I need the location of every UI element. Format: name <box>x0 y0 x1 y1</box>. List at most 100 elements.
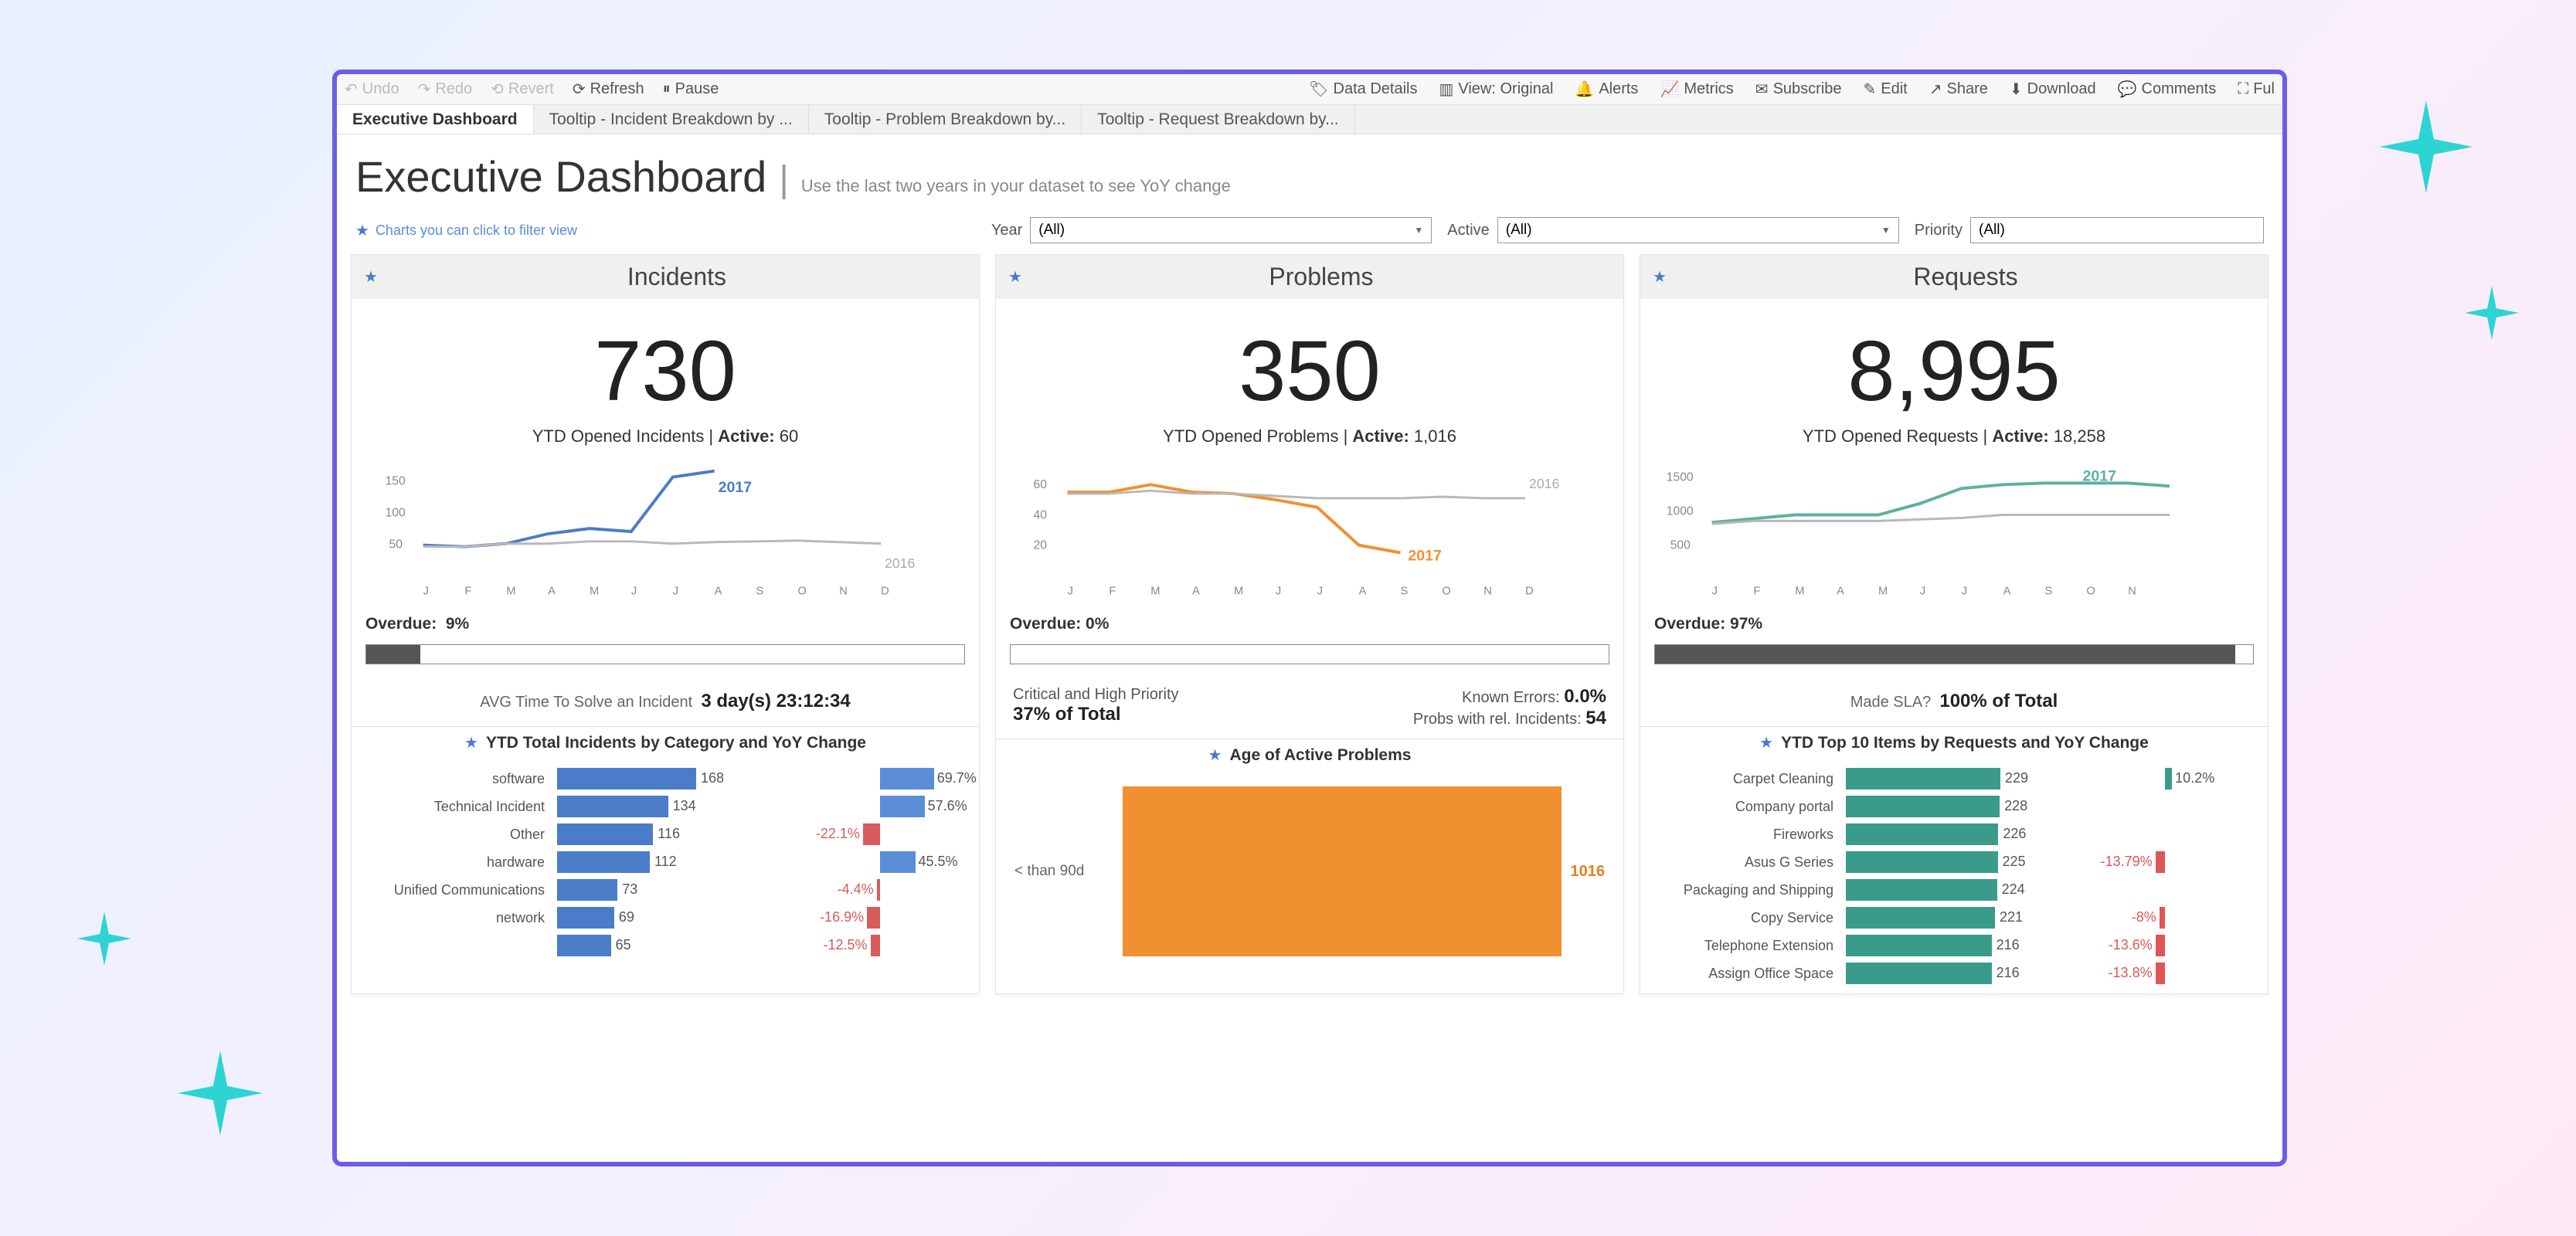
problems-panel: ★ Problems 350 YTD Opened Problems | Act… <box>995 254 1624 994</box>
active-filter-select[interactable]: (All)▼ <box>1497 217 1899 243</box>
hbar-label: network <box>365 910 551 926</box>
problems-overdue-bar[interactable] <box>1010 644 1609 664</box>
tab-tooltip-problem[interactable]: Tooltip - Problem Breakdown by... <box>809 105 1082 134</box>
comments-button[interactable]: 💬Comments <box>2118 80 2217 99</box>
svg-text:20: 20 <box>1033 539 1047 552</box>
metrics-button[interactable]: 📈Metrics <box>1660 80 1733 99</box>
incidents-sub: YTD Opened Incidents | Active: 60 <box>352 426 979 460</box>
svg-text:F: F <box>1109 585 1116 597</box>
star-icon: ★ <box>1653 267 1667 287</box>
svg-text:N: N <box>839 585 848 597</box>
refresh-button[interactable]: ⟳Refresh <box>573 80 644 99</box>
page-title: Executive Dashboard <box>355 151 766 202</box>
redo-button[interactable]: ↷Redo <box>418 80 473 99</box>
incidents-avg-time: AVG Time To Solve an Incident 3 day(s) 2… <box>352 677 979 726</box>
priority-filter-label: Priority <box>1915 222 1963 239</box>
svg-text:2017: 2017 <box>719 479 753 496</box>
requests-trend-chart[interactable]: 1500 1000 500 2017 JFMAMJJASON <box>1640 460 2268 607</box>
svg-text:M: M <box>1234 585 1243 597</box>
sparkle-icon <box>2465 286 2519 340</box>
tab-tooltip-incident[interactable]: Tooltip - Incident Breakdown by ... <box>534 105 809 134</box>
hbar-label: hardware <box>365 854 551 871</box>
star-icon: ★ <box>464 733 478 752</box>
age-value: 1016 <box>1562 863 1606 881</box>
hbar-label: Copy Service <box>1654 910 1840 926</box>
svg-text:D: D <box>881 585 889 597</box>
problems-count: 350 <box>996 299 1623 426</box>
age-bucket-label: < than 90d <box>1014 863 1123 880</box>
undo-button[interactable]: ↶Undo <box>345 80 399 99</box>
hbar-row: Company portal228 <box>1654 793 2254 820</box>
incidents-title: Incidents <box>387 263 967 291</box>
svg-text:1500: 1500 <box>1667 470 1694 484</box>
data-details-button[interactable]: 🏷Data Details <box>1309 80 1417 99</box>
problems-stats: Critical and High Priority37% of Total K… <box>996 677 1623 739</box>
incidents-category-title: YTD Total Incidents by Category and YoY … <box>486 734 866 752</box>
revert-icon: ⟲ <box>491 80 504 99</box>
fullscreen-icon: ⛶ <box>2238 80 2248 98</box>
comment-icon: 💬 <box>2118 80 2137 99</box>
problems-age-chart[interactable]: < than 90d 1016 <box>996 771 1623 972</box>
active-filter-label: Active <box>1447 222 1489 239</box>
revert-button[interactable]: ⟲Revert <box>491 80 554 99</box>
hbar-row: 65-12.5% <box>365 932 965 959</box>
tab-executive-dashboard[interactable]: Executive Dashboard <box>337 105 534 134</box>
tableau-window: ↶Undo ↷Redo ⟲Revert ⟳Refresh ⏸Pause 🏷Dat… <box>332 70 2287 1166</box>
chevron-down-icon: ▼ <box>1881 225 1891 236</box>
incidents-category-chart[interactable]: software16869.7%Technical Incident13457.… <box>352 759 979 966</box>
subscribe-button[interactable]: ✉Subscribe <box>1755 80 1842 99</box>
svg-text:S: S <box>756 585 764 597</box>
svg-text:F: F <box>464 585 471 597</box>
svg-text:A: A <box>715 585 722 597</box>
hbar-row: Asus G Series225-13.79% <box>1654 848 2254 876</box>
hbar-label: Other <box>365 827 551 843</box>
problems-trend-chart[interactable]: 60 40 20 2017 2016 JFMAMJJASOND <box>996 460 1623 607</box>
metrics-icon: 📈 <box>1660 80 1679 99</box>
sparkle-icon <box>2380 100 2472 193</box>
requests-count: 8,995 <box>1640 299 2268 426</box>
tab-tooltip-request[interactable]: Tooltip - Request Breakdown by... <box>1082 105 1354 134</box>
incidents-trend-chart[interactable]: 150 100 50 2017 2016 JFMAMJJASOND <box>352 460 979 607</box>
hbar-label: software <box>365 771 551 787</box>
hbar-row: Technical Incident13457.6% <box>365 793 965 820</box>
pause-button[interactable]: ⏸Pause <box>663 80 719 98</box>
requests-sub: YTD Opened Requests | Active: 18,258 <box>1640 426 2268 460</box>
requests-top-items-chart[interactable]: Carpet Cleaning22910.2%Company portal228… <box>1640 759 2268 993</box>
incidents-overdue-bar[interactable] <box>365 644 965 664</box>
svg-text:1000: 1000 <box>1667 505 1694 518</box>
sparkle-icon <box>77 912 131 966</box>
edit-button[interactable]: ✎Edit <box>1864 80 1908 99</box>
svg-text:M: M <box>506 585 515 597</box>
svg-text:2017: 2017 <box>2083 467 2117 484</box>
svg-text:M: M <box>1150 585 1160 597</box>
pause-icon: ⏸ <box>663 80 671 98</box>
top-toolbar: ↶Undo ↷Redo ⟲Revert ⟳Refresh ⏸Pause 🏷Dat… <box>337 74 2282 105</box>
page-subtitle: Use the last two years in your dataset t… <box>801 176 1231 196</box>
pencil-icon: ✎ <box>1864 80 1877 99</box>
dashboard-header: Executive Dashboard | Use the last two y… <box>337 134 2282 211</box>
requests-sla: Made SLA? 100% of Total <box>1640 677 2268 726</box>
star-icon: ★ <box>355 221 369 240</box>
requests-overdue-bar[interactable] <box>1654 644 2254 664</box>
filter-hint: ★ Charts you can click to filter view <box>355 221 577 240</box>
alerts-button[interactable]: 🔔Alerts <box>1575 80 1638 99</box>
svg-text:O: O <box>1442 585 1450 597</box>
svg-text:J: J <box>1920 585 1925 597</box>
svg-text:J: J <box>673 585 678 597</box>
share-button[interactable]: ↗Share <box>1929 80 1988 99</box>
download-icon: ⬇ <box>2010 80 2023 99</box>
fullscreen-button[interactable]: ⛶Ful <box>2238 80 2275 98</box>
incidents-overdue: Overdue: 9% <box>352 607 979 641</box>
download-button[interactable]: ⬇Download <box>2010 80 2096 99</box>
view-button[interactable]: ▥View: Original <box>1439 80 1553 99</box>
year-filter-select[interactable]: (All)▼ <box>1030 217 1432 243</box>
svg-text:J: J <box>1712 585 1718 597</box>
bell-icon: 🔔 <box>1575 80 1594 99</box>
svg-text:S: S <box>2045 585 2053 597</box>
svg-text:J: J <box>1317 585 1323 597</box>
priority-filter-select[interactable]: (All) <box>1970 217 2264 243</box>
svg-text:J: J <box>423 585 429 597</box>
hbar-label: Carpet Cleaning <box>1654 771 1840 787</box>
hbar-label: Unified Communications <box>365 882 551 898</box>
star-icon: ★ <box>1208 745 1222 765</box>
